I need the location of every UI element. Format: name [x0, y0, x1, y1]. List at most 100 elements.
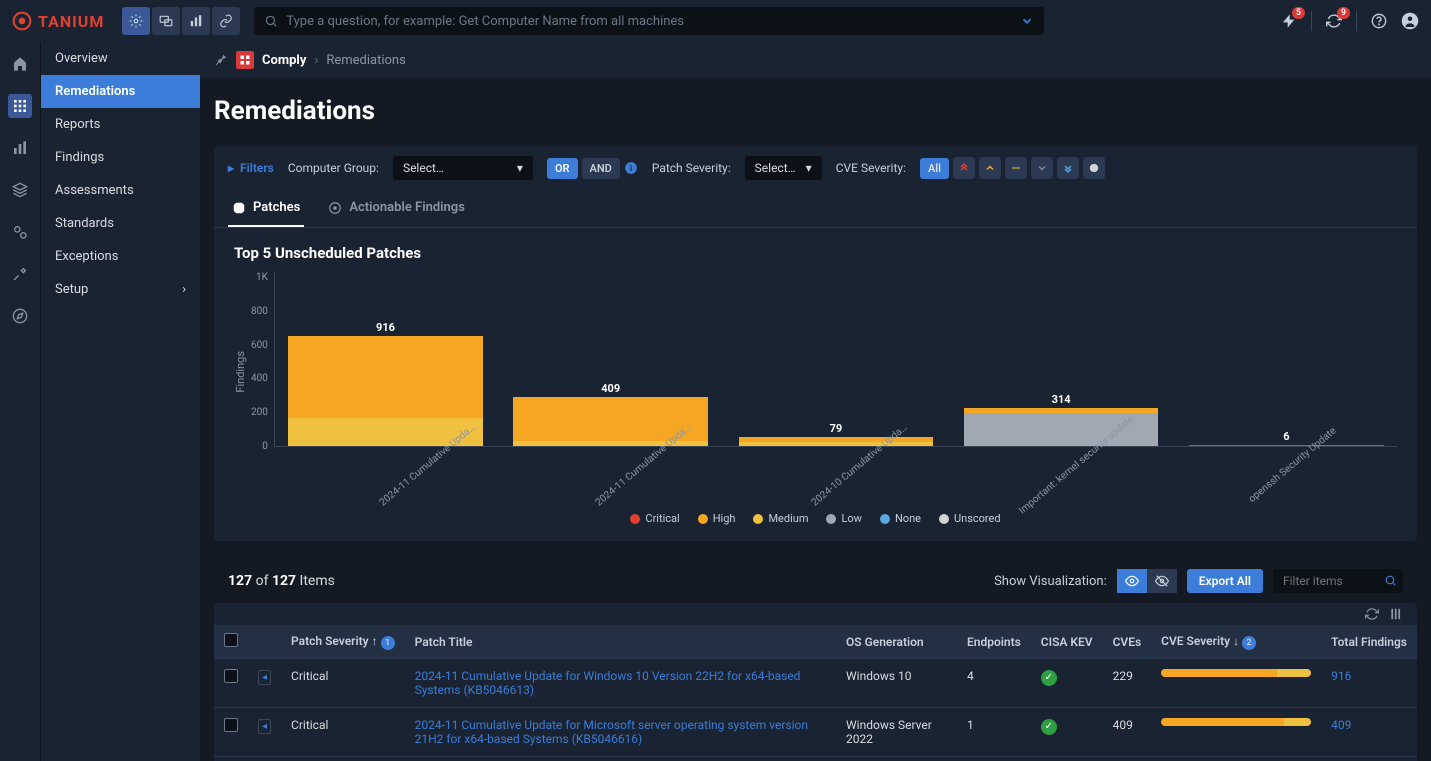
patch-severity-label: Patch Severity:: [652, 161, 731, 175]
patch-title-link[interactable]: 2024-11 Cumulative Update for Windows 10…: [415, 669, 801, 697]
global-search[interactable]: [254, 7, 1044, 35]
row-checkbox[interactable]: [224, 718, 238, 732]
or-button[interactable]: OR: [547, 158, 578, 179]
sidebar-item-overview[interactable]: Overview: [41, 42, 200, 75]
tool-settings[interactable]: [122, 7, 150, 35]
chart-plot: 916409793146: [274, 272, 1397, 447]
main-panel: ▸ Filters Computer Group: Select… ▾ OR A…: [214, 146, 1417, 541]
expand-row-button[interactable]: ◂: [258, 719, 271, 734]
patch-severity-select[interactable]: Select… ▾: [745, 156, 822, 180]
link-icon: [219, 14, 233, 28]
content-area: Comply › Remediations Remediations ▸ Fil…: [200, 42, 1431, 761]
sev-high-chip[interactable]: [979, 157, 1001, 179]
app-icon: [236, 51, 254, 69]
tool-devices[interactable]: [152, 7, 180, 35]
sidebar-item-standards[interactable]: Standards: [41, 207, 200, 240]
sidebar-item-setup[interactable]: Setup›: [41, 273, 200, 306]
help-button[interactable]: [1371, 13, 1387, 29]
tool-link[interactable]: [212, 7, 240, 35]
bars-icon: [12, 140, 28, 156]
cell-os: Windows Server 2022: [836, 708, 957, 757]
viz-show-button[interactable]: [1117, 569, 1147, 593]
refresh-table-button[interactable]: [1365, 607, 1379, 621]
table-tools: [214, 603, 1417, 625]
search-input[interactable]: [286, 14, 1012, 29]
columns-button[interactable]: [1389, 607, 1403, 621]
user-button[interactable]: [1401, 12, 1419, 30]
devices-icon: [159, 14, 173, 28]
info-icon[interactable]: i: [624, 161, 638, 175]
table-header-row: Patch Severity ↑1 Patch Title OS Generat…: [214, 625, 1417, 659]
row-checkbox[interactable]: [224, 669, 238, 683]
down-icon: [1036, 162, 1048, 174]
col-cves[interactable]: CVEs: [1103, 625, 1152, 659]
tab-patches[interactable]: Patches: [228, 190, 304, 227]
rail-tools[interactable]: [8, 262, 32, 286]
search-icon[interactable]: [1384, 574, 1397, 587]
findings-icon: [328, 201, 342, 215]
rail-layers[interactable]: [8, 178, 32, 202]
and-button[interactable]: AND: [582, 158, 620, 179]
rail-admin[interactable]: [8, 220, 32, 244]
viz-hide-button[interactable]: [1147, 569, 1177, 593]
col-cve-severity[interactable]: CVE Severity ↓2: [1151, 625, 1321, 659]
col-endpoints[interactable]: Endpoints: [957, 625, 1031, 659]
sidebar-item-assessments[interactable]: Assessments: [41, 174, 200, 207]
alerts-button[interactable]: 5: [1281, 13, 1297, 29]
rail-explore[interactable]: [8, 304, 32, 328]
table-row: ◂Critical2024-11 Cumulative Update for M…: [214, 708, 1417, 757]
col-cisa-kev[interactable]: CISA KEV: [1031, 625, 1103, 659]
col-total-findings[interactable]: Total Findings: [1321, 625, 1417, 659]
col-patch-severity[interactable]: Patch Severity ↑1: [281, 625, 405, 659]
cve-severity-group: All: [920, 157, 1105, 179]
cve-all-button[interactable]: All: [920, 158, 949, 179]
sort-up-icon: ↑: [372, 634, 378, 648]
topbar-right: 5 9: [1281, 11, 1419, 31]
eye-off-icon: [1155, 574, 1169, 588]
svg-text:i: i: [630, 163, 632, 173]
computer-group-select[interactable]: Select… ▾: [393, 156, 533, 180]
filter-bar: ▸ Filters Computer Group: Select… ▾ OR A…: [214, 146, 1417, 190]
patch-title-link[interactable]: 2024-11 Cumulative Update for Microsoft …: [415, 718, 808, 746]
col-patch-title[interactable]: Patch Title: [405, 625, 836, 659]
tool-chart[interactable]: [182, 7, 210, 35]
export-all-button[interactable]: Export All: [1187, 569, 1263, 593]
rail-reports[interactable]: [8, 136, 32, 160]
topbar-tools: [122, 7, 240, 35]
cell-severity: Critical: [281, 659, 405, 708]
chevron-down-icon[interactable]: [1020, 14, 1034, 28]
sev-none-chip[interactable]: [1057, 157, 1079, 179]
sev-medium-chip[interactable]: [1005, 157, 1027, 179]
chart-area: Top 5 Unscheduled Patches Findings 1K800…: [214, 228, 1417, 541]
total-findings-link[interactable]: 409: [1331, 718, 1351, 732]
grid-icon: [12, 98, 28, 114]
filters-toggle[interactable]: ▸ Filters: [228, 161, 274, 175]
expand-row-button[interactable]: ◂: [258, 670, 271, 685]
sidebar-item-exceptions[interactable]: Exceptions: [41, 240, 200, 273]
updates-button[interactable]: 9: [1326, 13, 1342, 29]
select-all-checkbox[interactable]: [224, 633, 238, 647]
rail-home[interactable]: [8, 52, 32, 76]
sidebar-item-remediations[interactable]: Remediations: [41, 75, 200, 108]
tab-actionable-findings[interactable]: Actionable Findings: [324, 190, 469, 227]
table-header: 127 of 127 Items Show Visualization: Exp…: [214, 555, 1417, 603]
pin-icon[interactable]: [214, 53, 228, 67]
gear-icon: [129, 14, 143, 28]
cell-cisa: ✓: [1031, 659, 1103, 708]
breadcrumb-app[interactable]: Comply: [262, 53, 306, 68]
sev-low-chip[interactable]: [1031, 157, 1053, 179]
eye-icon: [1125, 574, 1139, 588]
circle-icon: [1089, 163, 1099, 173]
nav-rail: [0, 42, 40, 761]
sev-unscored-chip[interactable]: [1083, 157, 1105, 179]
chevron-down-icon: ▾: [806, 161, 812, 175]
sidebar-item-findings[interactable]: Findings: [41, 141, 200, 174]
sev-critical-chip[interactable]: [953, 157, 975, 179]
total-findings-link[interactable]: 916: [1331, 669, 1351, 683]
layers-icon: [12, 182, 28, 198]
sidebar-item-reports[interactable]: Reports: [41, 108, 200, 141]
rail-apps[interactable]: [8, 94, 32, 118]
cisa-check-icon: ✓: [1041, 719, 1057, 735]
refresh-icon: [1365, 607, 1379, 621]
col-os-generation[interactable]: OS Generation: [836, 625, 957, 659]
